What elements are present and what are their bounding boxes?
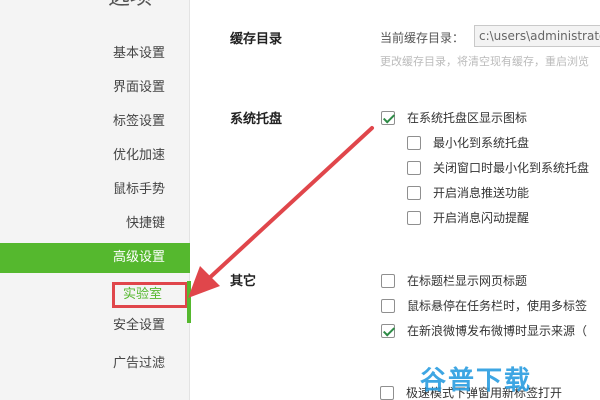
tray-option-flash[interactable]: 开启消息闪动提醒: [407, 209, 529, 226]
sidebar-item-advanced-settings[interactable]: 高级设置: [0, 243, 190, 273]
other-option-taskbar-hover[interactable]: 鼠标悬停在任务栏时，使用多标签: [381, 297, 587, 314]
checkbox-checked-icon[interactable]: [381, 110, 395, 125]
option-label: 开启消息闪动提醒: [433, 211, 530, 225]
sidebar-item-optimize-speed[interactable]: 优化加速: [0, 141, 190, 171]
tray-option-show-icon[interactable]: 在系统托盘区显示图标: [381, 109, 527, 126]
sidebar-item-mouse-gestures[interactable]: 鼠标手势: [0, 175, 190, 205]
sidebar-item-lab[interactable]: 实验室: [0, 280, 190, 310]
checkbox-icon[interactable]: [407, 135, 421, 150]
checkbox-icon[interactable]: [407, 185, 421, 200]
cache-path-input[interactable]: [474, 25, 600, 47]
option-label: 关闭窗口时最小化到系统托盘: [433, 161, 590, 175]
tray-option-push[interactable]: 开启消息推送功能: [407, 184, 529, 201]
option-label: 在标题栏显示网页标题: [407, 274, 528, 288]
sidebar-item-tab-settings[interactable]: 标签设置: [0, 107, 190, 137]
sidebar-item-basic-settings[interactable]: 基本设置: [0, 39, 190, 69]
tray-option-minimize[interactable]: 最小化到系统托盘: [407, 134, 529, 151]
active-indicator: [187, 281, 191, 323]
cache-section-title: 缓存目录: [230, 32, 283, 47]
other-option-weibo-source[interactable]: 在新浪微博发布微博时显示来源（: [381, 322, 587, 339]
option-label: 开启消息推送功能: [433, 186, 530, 200]
tray-option-close-minimize[interactable]: 关闭窗口时最小化到系统托盘: [407, 159, 589, 176]
sidebar-item-security-settings[interactable]: 安全设置: [0, 311, 190, 341]
tray-section-title: 系统托盘: [230, 112, 283, 127]
checkbox-icon[interactable]: [407, 210, 421, 225]
other-section-title: 其它: [230, 274, 257, 289]
option-label: 最小化到系统托盘: [433, 136, 530, 150]
sidebar: 选项 基本设置 界面设置 标签设置 优化加速 鼠标手势 快捷键 高级设置 实验室…: [0, 0, 190, 400]
sidebar-item-lab-label: 实验室: [123, 287, 163, 302]
cache-hint: 更改缓存目录，将清空现有缓存，重启浏览: [380, 55, 589, 68]
options-title: 选项: [108, 0, 152, 10]
watermark-logo: 谷普下载: [420, 366, 533, 396]
checkbox-icon[interactable]: [381, 298, 395, 313]
checkbox-icon[interactable]: [381, 273, 395, 288]
checkbox-icon[interactable]: [380, 385, 394, 400]
sidebar-item-shortcuts[interactable]: 快捷键: [0, 209, 190, 239]
option-label: 在新浪微博发布微博时显示来源（: [407, 324, 588, 338]
checkbox-icon[interactable]: [407, 160, 421, 175]
other-option-title-bar[interactable]: 在标题栏显示网页标题: [381, 272, 527, 289]
sidebar-item-ad-filter[interactable]: 广告过滤: [0, 349, 190, 379]
current-cache-label: 当前缓存目录：: [380, 31, 465, 45]
option-label: 在系统托盘区显示图标: [407, 111, 528, 125]
sidebar-item-interface-settings[interactable]: 界面设置: [0, 73, 190, 103]
option-label: 鼠标悬停在任务栏时，使用多标签: [407, 299, 588, 313]
checkbox-checked-icon[interactable]: [381, 323, 395, 338]
